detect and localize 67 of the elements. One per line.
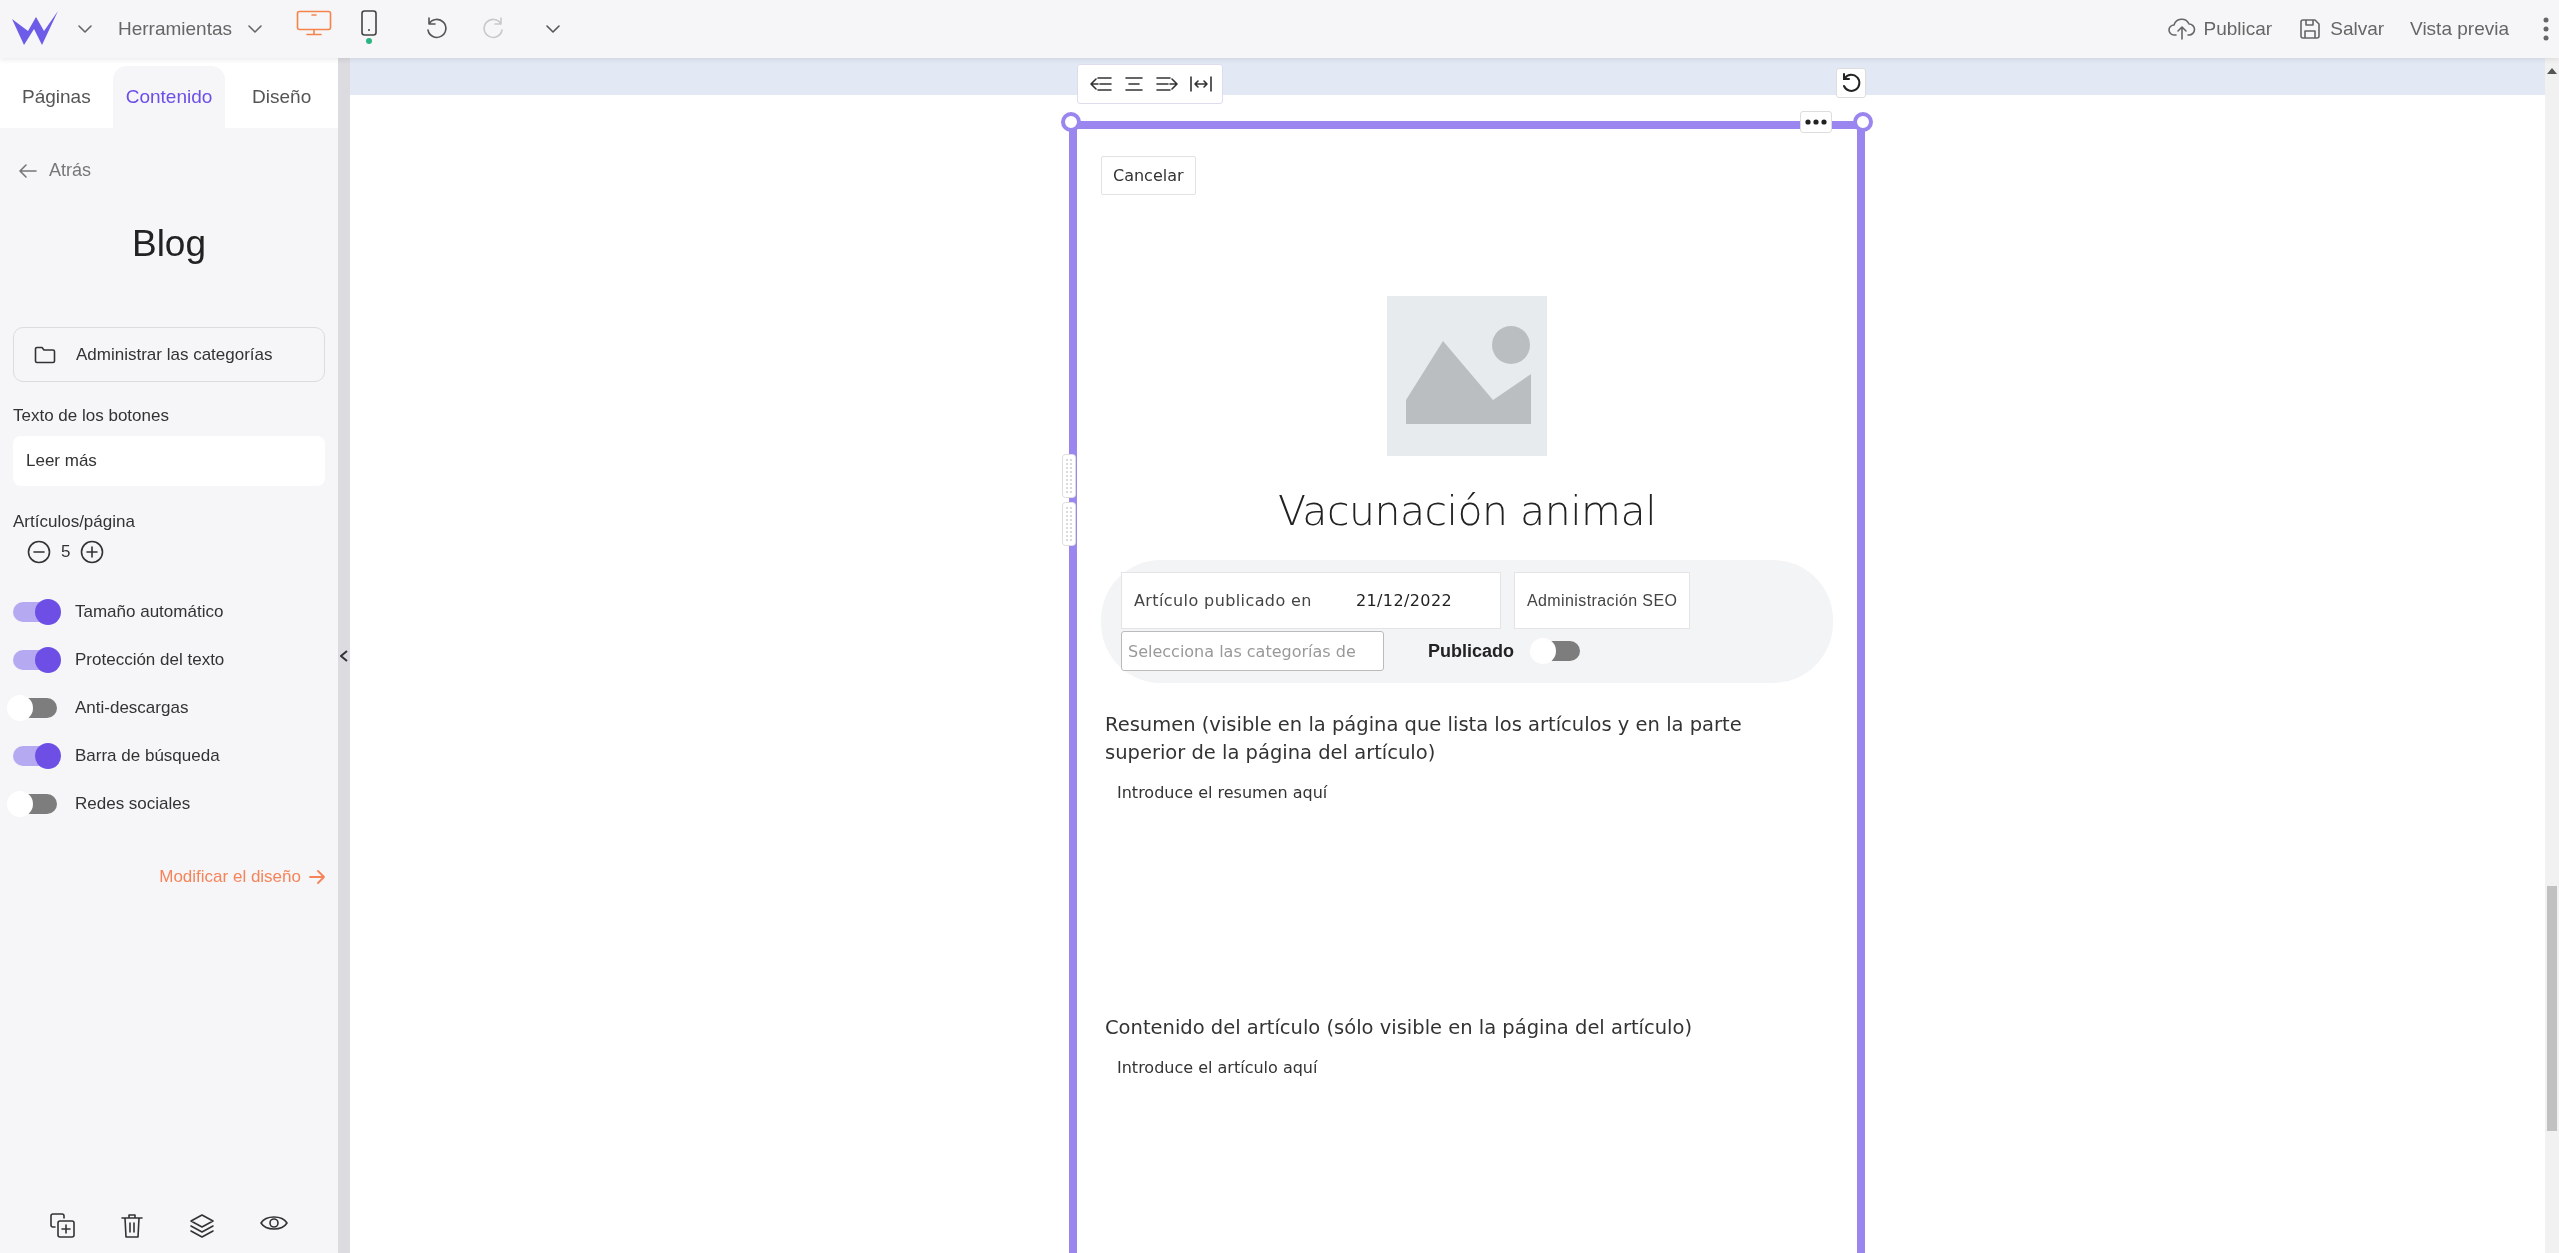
kebab-icon — [2543, 17, 2549, 41]
button-text-field[interactable]: Leer más — [13, 436, 325, 486]
resize-handle[interactable] — [1853, 112, 1873, 132]
back-link[interactable]: Atrás — [13, 160, 97, 181]
cancel-button[interactable]: Cancelar — [1101, 156, 1196, 195]
delete-button[interactable] — [121, 1213, 144, 1239]
manage-categories-button[interactable]: Administrar las categorías — [13, 327, 325, 382]
eye-icon — [260, 1213, 289, 1233]
publish-button[interactable]: Publicar — [2159, 13, 2281, 45]
duplicate-button[interactable] — [49, 1213, 76, 1239]
tools-menu[interactable]: Herramientas — [110, 14, 271, 44]
drag-handle-icon[interactable] — [1062, 454, 1076, 498]
field-label: Artículos/página — [13, 512, 136, 532]
toggle-label: Publicado — [1428, 640, 1514, 662]
full-width-icon — [1190, 75, 1212, 93]
minus-circle-icon — [27, 540, 51, 564]
align-left-button[interactable] — [1090, 75, 1112, 93]
layers-button[interactable] — [188, 1213, 215, 1239]
more-options-button[interactable] — [1800, 111, 1832, 133]
dots-icon — [1805, 119, 1827, 125]
scrollbar[interactable] — [2545, 58, 2559, 1253]
toggle-label: Barra de búsqueda — [75, 746, 220, 766]
rotate-icon — [1840, 72, 1862, 94]
align-center-button[interactable] — [1124, 75, 1144, 93]
toggle-label: Protección del texto — [75, 650, 225, 670]
date-value: 21/12/2022 — [1355, 591, 1453, 610]
category-field[interactable]: Selecciona las categorías de — [1121, 631, 1384, 671]
arrow-right-icon — [309, 870, 325, 884]
align-left-icon — [1090, 75, 1112, 93]
section-label: Resumen (visible en la página que lista los artículos y en la parte superior de la página del artículo) — [1105, 712, 1743, 766]
article-title[interactable]: Vacunación animal — [1101, 487, 1833, 535]
sidebar-tab[interactable]: Contenido — [112, 66, 226, 128]
logo-icon[interactable] — [12, 11, 58, 47]
reset-rotation-button[interactable] — [1836, 68, 1866, 98]
align-right-button[interactable] — [1156, 75, 1178, 93]
arrow-left-icon — [19, 163, 37, 178]
layers-icon — [188, 1213, 215, 1239]
preview-button[interactable]: Vista previa — [2402, 14, 2517, 44]
resize-handle[interactable] — [1061, 112, 1081, 132]
chevron-down-icon[interactable] — [78, 24, 92, 34]
field-label: Artículo publicado en — [1134, 591, 1312, 610]
cloud-upload-icon — [2167, 17, 2196, 41]
full-width-button[interactable] — [1190, 75, 1212, 93]
toggle-label: Tamaño automático — [75, 602, 224, 622]
duplicate-icon — [49, 1213, 76, 1239]
section-label: Contenido del artículo (sólo visible en la página del artículo) — [1105, 1015, 1694, 1041]
drag-handle-icon[interactable] — [1062, 502, 1076, 546]
decrease-button[interactable] — [27, 540, 51, 564]
trash-icon — [121, 1213, 144, 1239]
panel-title: Blog — [130, 223, 208, 265]
align-center-icon — [1124, 75, 1144, 93]
toggle-label: Redes sociales — [75, 794, 191, 814]
toggle-label: Anti-descargas — [75, 698, 189, 718]
publish-date-field[interactable]: Artículo publicado en 21/12/2022 — [1121, 572, 1501, 629]
seo-button[interactable]: Administración SEO — [1514, 572, 1691, 629]
image-placeholder-icon — [1387, 296, 1547, 456]
save-button[interactable]: Salvar — [2290, 13, 2393, 45]
plus-circle-icon — [80, 540, 105, 564]
stepper-value: 5 — [61, 542, 71, 562]
align-right-icon — [1156, 75, 1178, 93]
field-label: Texto de los botones — [13, 406, 170, 426]
chevron-down-icon — [546, 24, 561, 34]
folder-icon — [34, 345, 56, 364]
increase-button[interactable] — [80, 540, 105, 564]
chevron-down-icon — [248, 24, 263, 34]
monitor-icon — [296, 10, 333, 36]
phone-icon — [360, 10, 379, 44]
